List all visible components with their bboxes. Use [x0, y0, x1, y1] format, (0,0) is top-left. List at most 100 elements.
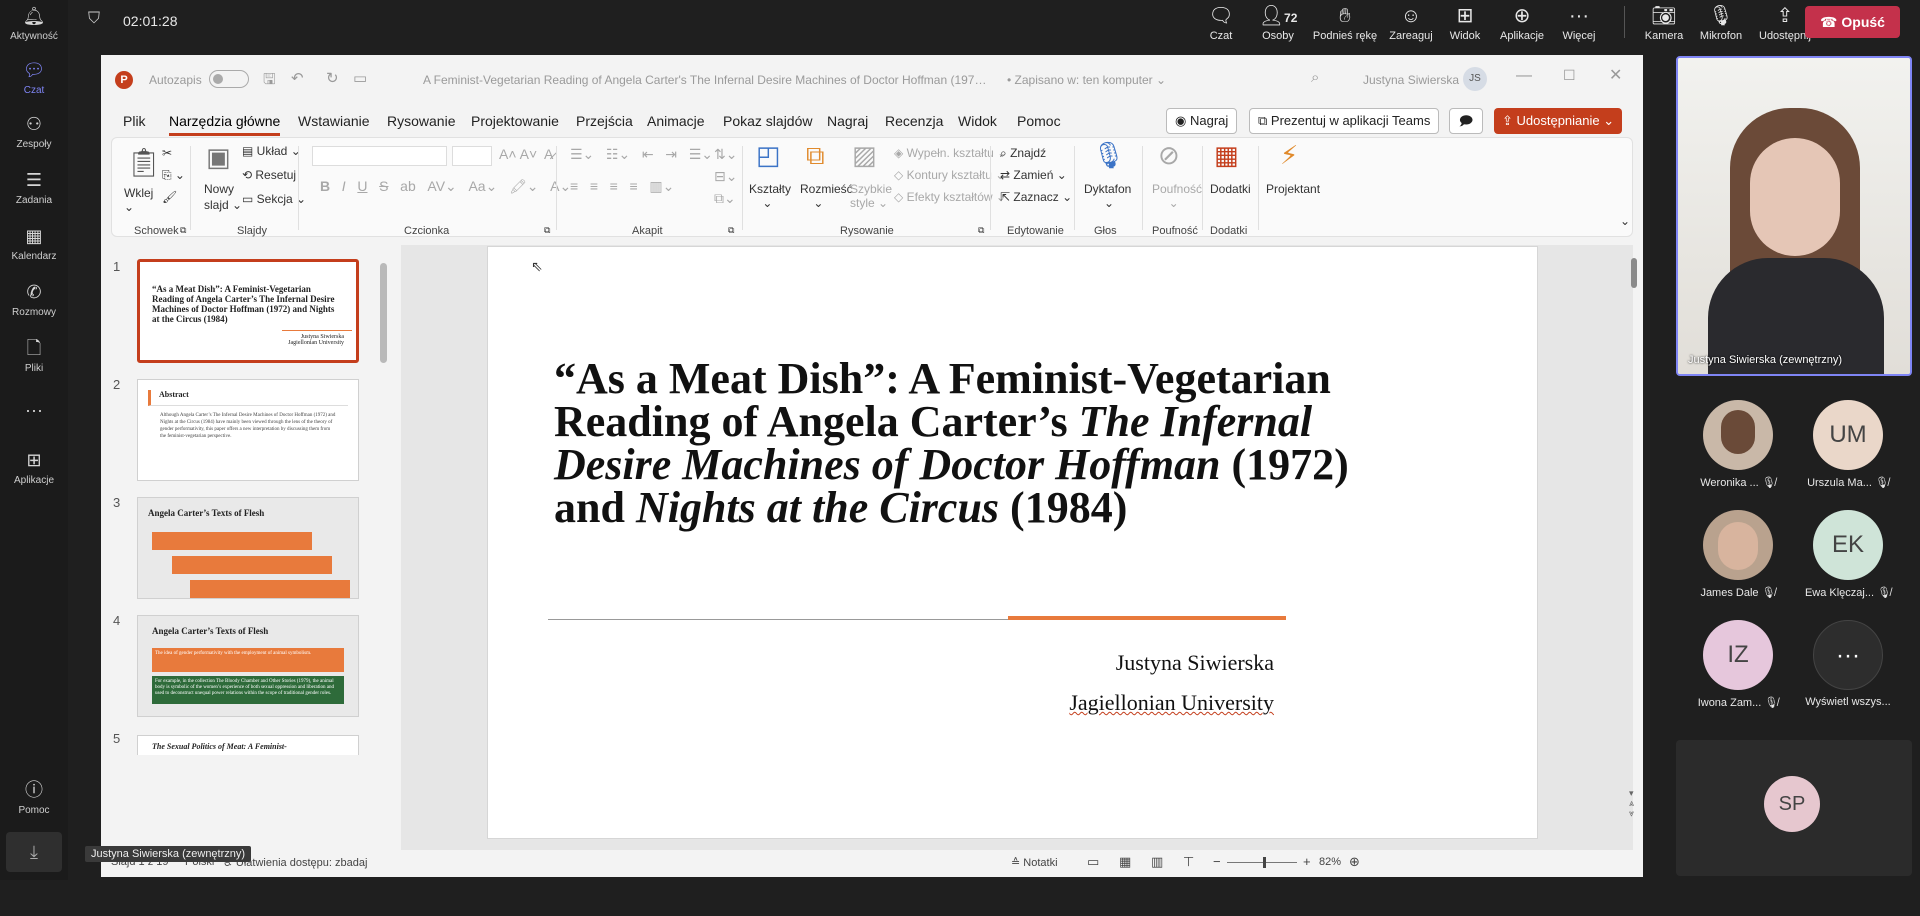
zoom-in-icon[interactable]: +: [1303, 854, 1311, 869]
ribbon-collapse-icon[interactable]: ⌄: [1620, 214, 1630, 228]
autosave-toggle[interactable]: [209, 70, 249, 88]
minimize-icon[interactable]: —: [1516, 67, 1532, 85]
arrange-button[interactable]: Rozmieść ⌄: [800, 182, 853, 210]
designer-icon[interactable]: ⚡︎: [1280, 140, 1298, 171]
clipboard-launcher-icon[interactable]: ⧉: [180, 225, 186, 236]
shapes-button[interactable]: Kształty ⌄: [749, 182, 791, 210]
share-button[interactable]: ⇪ Udostępnianie ⌄: [1494, 108, 1623, 134]
slide-thumbnail-4[interactable]: Angela Carter’s Texts of Flesh The idea …: [137, 615, 359, 717]
search-icon[interactable]: ⌕: [1311, 69, 1319, 86]
apps-button[interactable]: ⊕ Aplikacje: [1492, 2, 1552, 42]
close-icon[interactable]: ✕: [1609, 65, 1622, 85]
comments-icon[interactable]: 🗩︎: [1449, 108, 1483, 134]
menu-insert[interactable]: Wstawianie: [298, 113, 370, 129]
record-button[interactable]: ◉ Nagraj: [1166, 108, 1238, 134]
arrange-icon[interactable]: ⧉: [806, 140, 825, 172]
layout-button[interactable]: ▤ Układ ⌄: [242, 144, 301, 158]
list-buttons-row[interactable]: ☰⌄ ☷⌄ ⇤ ⇥ ☰⌄: [570, 146, 713, 163]
normal-view-icon[interactable]: ▭: [1087, 854, 1099, 870]
user-avatar[interactable]: JS: [1463, 67, 1487, 91]
slideshow-view-icon[interactable]: ⊤: [1183, 854, 1194, 870]
fit-to-window-icon[interactable]: ⊕: [1349, 854, 1360, 870]
rail-files[interactable]: 🗋︎ Pliki: [0, 336, 68, 374]
paragraph-launcher-icon[interactable]: ⧉: [728, 225, 734, 236]
new-slide-label-2[interactable]: slajd ⌄: [204, 198, 242, 212]
select-button[interactable]: ⇱ Zaznacz ⌄: [1000, 190, 1072, 204]
paste-button[interactable]: Wklej: [124, 186, 153, 200]
copy-icon[interactable]: ⎘ ⌄: [162, 168, 185, 183]
react-button[interactable]: ☺ Zareaguj: [1383, 2, 1439, 42]
text-direction-icon[interactable]: ⇅⌄: [714, 146, 737, 163]
paste-icon[interactable]: 📋︎: [126, 146, 162, 179]
notes-button[interactable]: ≙ Notatki: [1011, 856, 1058, 869]
slide-sorter-icon[interactable]: ▦: [1119, 854, 1131, 870]
save-icon[interactable]: 🖫︎: [263, 69, 276, 94]
more-button[interactable]: ··· Więcej: [1554, 2, 1604, 42]
rail-teams[interactable]: ⚇ Zespoły: [0, 112, 68, 150]
addins-icon[interactable]: ▦: [1214, 140, 1239, 171]
sensitivity-button[interactable]: Poufność ⌄: [1152, 182, 1202, 210]
microphone-icon[interactable]: 🎙︎: [1092, 140, 1125, 171]
new-slide-icon[interactable]: ▣: [206, 142, 231, 173]
view-button[interactable]: ⊞ Widok: [1440, 2, 1490, 42]
mic-button[interactable]: 🎙︎ Mikrofon: [1691, 2, 1751, 42]
chat-button[interactable]: 🗨︎ Czat: [1196, 2, 1246, 42]
leave-button[interactable]: ☎ Opuść: [1805, 6, 1900, 38]
drawing-launcher-icon[interactable]: ⧉: [978, 225, 984, 236]
format-painter-icon[interactable]: 🖌︎: [162, 190, 177, 204]
active-speaker-video[interactable]: Justyna Siwierska (zewnętrzny): [1676, 56, 1912, 376]
rail-tasks[interactable]: ☰ Zadania: [0, 168, 68, 206]
quick-styles-button[interactable]: Szybkie style ⌄: [850, 182, 892, 210]
zoom-level[interactable]: 82%: [1319, 856, 1341, 868]
grow-font-icon[interactable]: A˄ A˅: [499, 146, 537, 162]
slide-scrollbar[interactable]: ▾ ⩓ ⩔: [1629, 248, 1639, 848]
download-icon[interactable]: ⤓: [6, 832, 62, 872]
zoom-out-icon[interactable]: −: [1213, 854, 1221, 869]
smartart-icon[interactable]: ⧉⌄: [714, 190, 736, 207]
thumbnails-scrollbar[interactable]: [380, 253, 388, 843]
format-buttons-row[interactable]: B I U S ab AV⌄ Aa⌄ 🖍︎⌄ A⌄: [320, 178, 571, 195]
font-size-input[interactable]: [452, 146, 492, 166]
camera-button[interactable]: 📷︎ Kamera: [1638, 2, 1690, 42]
slide-thumbnail-3[interactable]: Angela Carter’s Texts of Flesh: [137, 497, 359, 599]
align-text-icon[interactable]: ⊟⌄: [714, 168, 737, 185]
shapes-icon[interactable]: ◰: [756, 140, 781, 171]
reset-button[interactable]: ⟲ Resetuj: [242, 168, 296, 182]
menu-file[interactable]: Plik: [123, 113, 146, 129]
start-slideshow-icon[interactable]: ▭: [353, 69, 367, 87]
section-button[interactable]: ▭ Sekcja ⌄: [242, 192, 306, 206]
people-button[interactable]: 👤︎72 Osoby: [1250, 2, 1306, 42]
new-slide-button[interactable]: Nowy: [204, 182, 234, 196]
rail-calls[interactable]: ✆ Rozmowy: [0, 280, 68, 318]
align-buttons-row[interactable]: ≡ ≡ ≡ ≡ ▥⌄: [570, 178, 674, 195]
undo-icon[interactable]: ↶: [291, 69, 304, 87]
paste-dropdown-icon[interactable]: ⌄: [124, 200, 134, 214]
rail-help[interactable]: ⓘ Pomoc: [0, 778, 68, 816]
rail-calendar[interactable]: ▦ Kalendarz: [0, 224, 68, 262]
slide-title[interactable]: “As a Meat Dish”: A Feminist-Vegetarian …: [554, 357, 1514, 530]
present-in-teams-button[interactable]: ⧉ Prezentuj w aplikacji Teams: [1249, 108, 1440, 134]
participant-tile[interactable]: EK Ewa Klęczaj... 🎙︎̸: [1778, 510, 1918, 599]
participant-tile[interactable]: UM Urszula Ma... 🎙︎̸: [1778, 400, 1918, 489]
rail-activity[interactable]: 🔔︎ Aktywność: [0, 4, 68, 42]
rail-more[interactable]: ···: [0, 398, 68, 425]
shape-outline-button[interactable]: ◇ Kontury kształtu ⌄: [894, 168, 1005, 182]
menu-animations[interactable]: Animacje: [647, 113, 705, 129]
slide-thumbnail-2[interactable]: Abstract Although Angela Carter’s The In…: [137, 379, 359, 481]
menu-design[interactable]: Projektowanie: [471, 113, 559, 129]
show-all-participants-button[interactable]: ··· Wyświetl wszys...: [1778, 620, 1918, 708]
replace-button[interactable]: ⇄ Zamień ⌄: [1000, 168, 1067, 182]
font-launcher-icon[interactable]: ⧉: [544, 225, 550, 236]
addins-button[interactable]: Dodatki: [1210, 182, 1251, 196]
reading-view-icon[interactable]: ▥: [1151, 854, 1163, 870]
zoom-slider[interactable]: [1227, 857, 1297, 868]
menu-transitions[interactable]: Przejścia: [576, 113, 633, 129]
current-slide[interactable]: “As a Meat Dish”: A Feminist-Vegetarian …: [487, 246, 1538, 839]
clear-format-icon[interactable]: A̷: [544, 146, 553, 162]
menu-home[interactable]: Narzędzia główne: [169, 113, 281, 136]
font-name-input[interactable]: [312, 146, 447, 166]
menu-view[interactable]: Widok: [958, 113, 997, 129]
slide-thumbnail-1[interactable]: “As a Meat Dish”: A Feminist-Vegetarian …: [137, 259, 359, 363]
cut-icon[interactable]: ✂: [162, 146, 172, 160]
menu-slideshow[interactable]: Pokaz slajdów: [723, 113, 813, 129]
